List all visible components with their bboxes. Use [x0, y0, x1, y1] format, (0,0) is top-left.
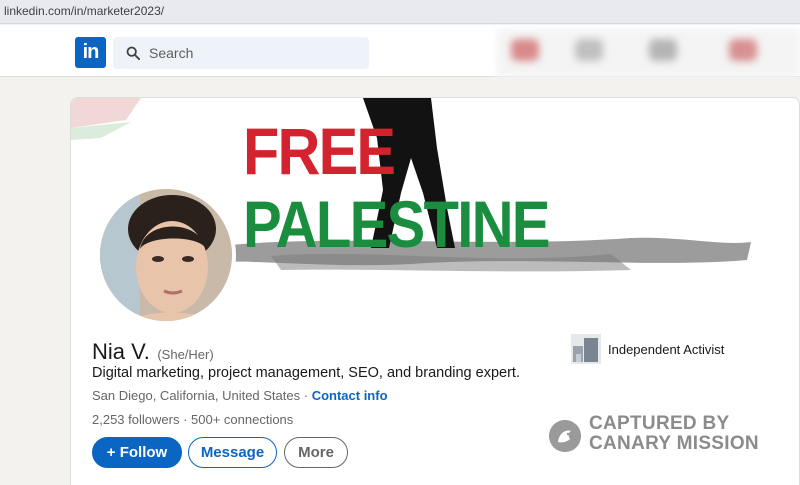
banner-text-palestine: PALESTINE	[243, 187, 551, 261]
browser-address-bar[interactable]: linkedin.com/in/marketer2023/	[0, 0, 800, 24]
profile-headline: Digital marketing, project management, S…	[92, 365, 520, 381]
search-placeholder: Search	[149, 45, 194, 61]
watermark-line1: CAPTURED BY	[589, 413, 730, 434]
contact-info-link[interactable]: Contact info	[312, 388, 388, 403]
search-icon	[126, 46, 140, 60]
org-name[interactable]: Independent Activist	[608, 342, 724, 357]
stats-separator: ·	[179, 412, 192, 427]
followers-count[interactable]: 2,253 followers	[92, 412, 179, 427]
profile-name: Nia V.	[92, 339, 150, 364]
message-button[interactable]: Message	[188, 437, 277, 468]
linkedin-nav-bar: in Search	[0, 25, 800, 77]
avatar-photo	[100, 189, 232, 321]
profile-pronouns: (She/Her)	[157, 347, 214, 362]
location-separator: ·	[300, 388, 312, 403]
follow-button[interactable]: + Follow	[92, 437, 182, 468]
org-logo-icon[interactable]	[571, 334, 601, 364]
banner-text-free: FREE	[243, 114, 396, 188]
canary-bird-icon	[549, 420, 581, 452]
linkedin-logo[interactable]: in	[75, 37, 106, 68]
profile-card: FREE PALESTINE Nia V. (She/Her) Digital …	[70, 97, 800, 485]
more-button[interactable]: More	[284, 437, 348, 468]
profile-stats: 2,253 followers · 500+ connections	[92, 412, 293, 427]
profile-location: San Diego, California, United States	[92, 388, 301, 403]
blurred-nav-icons	[497, 29, 800, 77]
connections-count: 500+ connections	[191, 412, 294, 427]
search-input[interactable]: Search	[113, 37, 369, 69]
profile-location-row: San Diego, California, United States · C…	[92, 388, 388, 403]
watermark-text: CAPTURED BY CANARY MISSION	[589, 414, 789, 454]
profile-name-row: Nia V. (She/Her)	[92, 339, 214, 365]
watermark-line2: CANARY MISSION	[589, 433, 759, 454]
profile-avatar[interactable]	[96, 185, 236, 325]
url-text: linkedin.com/in/marketer2023/	[4, 4, 165, 18]
